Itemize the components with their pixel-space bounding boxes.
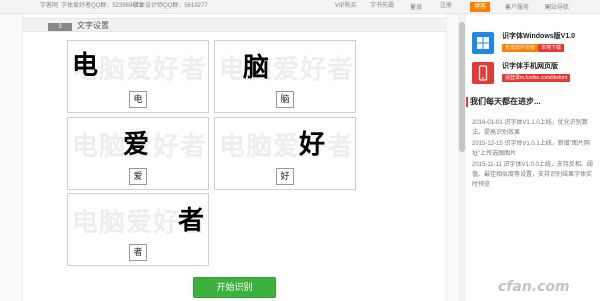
topbar-qq-group-2: 字体设计师QQ群：5819277 <box>133 3 208 9</box>
mobile-url-tag[interactable]: 请登录m.fontke.com/likefont <box>502 74 571 82</box>
segmented-glyph: 者 <box>178 206 205 236</box>
topbar-register-link[interactable]: 注册 <box>440 2 452 11</box>
heading-accent-bar <box>466 97 468 107</box>
segmented-glyph: 爱 <box>123 130 150 160</box>
char-card-5[interactable]: 电脑爱好者 者 者 <box>67 193 209 266</box>
chevron-down-icon: ▼ <box>505 5 510 11</box>
segmented-glyph: 好 <box>299 130 326 160</box>
char-label-input[interactable]: 电 <box>129 91 147 108</box>
preview-watermark: 电脑爱好者 <box>219 132 353 162</box>
char-card-1[interactable]: 电脑爱好者 电 电 <box>67 40 209 113</box>
topbar-vip-link[interactable]: VIP购买 <box>335 2 357 11</box>
segmented-glyph: 电 <box>72 51 99 81</box>
promo-windows[interactable]: 识字体Windows版V1.0 无需软件安装 本地下载 <box>472 32 598 56</box>
chevron-down-icon: ▼ <box>545 5 550 11</box>
scrollbar[interactable] <box>458 14 466 301</box>
local-download-button[interactable]: 本地下载 <box>538 44 565 52</box>
section-header: 3 文字设置 <box>22 18 447 32</box>
windows-icon <box>472 32 494 54</box>
char-card-2[interactable]: 电脑爱好者 脑 脑 <box>214 40 356 113</box>
char-card-3[interactable]: 电脑爱好者 爱 爱 <box>67 117 209 190</box>
step-number-badge: 3 <box>48 23 72 31</box>
site-watermark: cfan.com <box>498 279 570 295</box>
scrollbar-thumb[interactable] <box>459 22 465 152</box>
promo-mobile[interactable]: 识字体手机网页版 请登录m.fontke.com/likefont <box>472 62 598 86</box>
char-card-4[interactable]: 电脑爱好者 好 好 <box>214 117 356 190</box>
topbar-software-link[interactable]: 字书先霸 <box>370 2 394 11</box>
start-recognition-button[interactable]: 开始识别 <box>193 277 276 298</box>
section-title: 文字设置 <box>77 21 109 30</box>
preview-watermark: 电脑爱好者 <box>219 55 353 85</box>
segmented-glyph: 脑 <box>243 53 270 83</box>
char-label-input[interactable]: 者 <box>129 244 147 261</box>
promo-mobile-title[interactable]: 识字体手机网页版 <box>502 62 558 71</box>
chevron-down-icon: ▼ <box>410 5 415 11</box>
topbar-qq-group-1: 字体爱好者QQ群：523969613 <box>61 3 143 9</box>
changelog-item: 2015-12-15 识字体V1.0.1上线，新增"图片网址"上传选图图片 <box>472 141 590 157</box>
topbar-site-link[interactable]: 字客网 <box>40 2 58 11</box>
char-label-input[interactable]: 爱 <box>129 168 147 185</box>
page: 字客网 字体爱好者QQ群：523969613 字体设计师QQ群：5819277 … <box>0 0 600 301</box>
mobile-icon <box>472 62 494 84</box>
char-label-input[interactable]: 脑 <box>276 91 294 108</box>
char-label-input[interactable]: 好 <box>276 168 294 185</box>
changelog-item: 2015-11-11 识字体V1.0.0上线，支持反相、阈值、最佳相似度等设置，… <box>472 162 593 188</box>
promo-windows-title[interactable]: 识字体Windows版V1.0 <box>502 32 575 41</box>
changelog-list: 2016-01-01 识字体V1.1.0上线，优化识别算法，提高识别效果 201… <box>472 118 596 191</box>
blog-button[interactable]: 博客 <box>470 2 491 12</box>
sidebar-heading: 我们每天都在进步... <box>470 97 541 106</box>
top-bar: 字客网 字体爱好者QQ群：523969613 字体设计师QQ群：5819277 … <box>0 0 600 14</box>
changelog-item: 2016-01-01 识字体V1.1.0上线，优化识别算法，提高识别效果 <box>472 120 588 136</box>
tag-no-install: 无需软件安装 <box>502 44 539 52</box>
